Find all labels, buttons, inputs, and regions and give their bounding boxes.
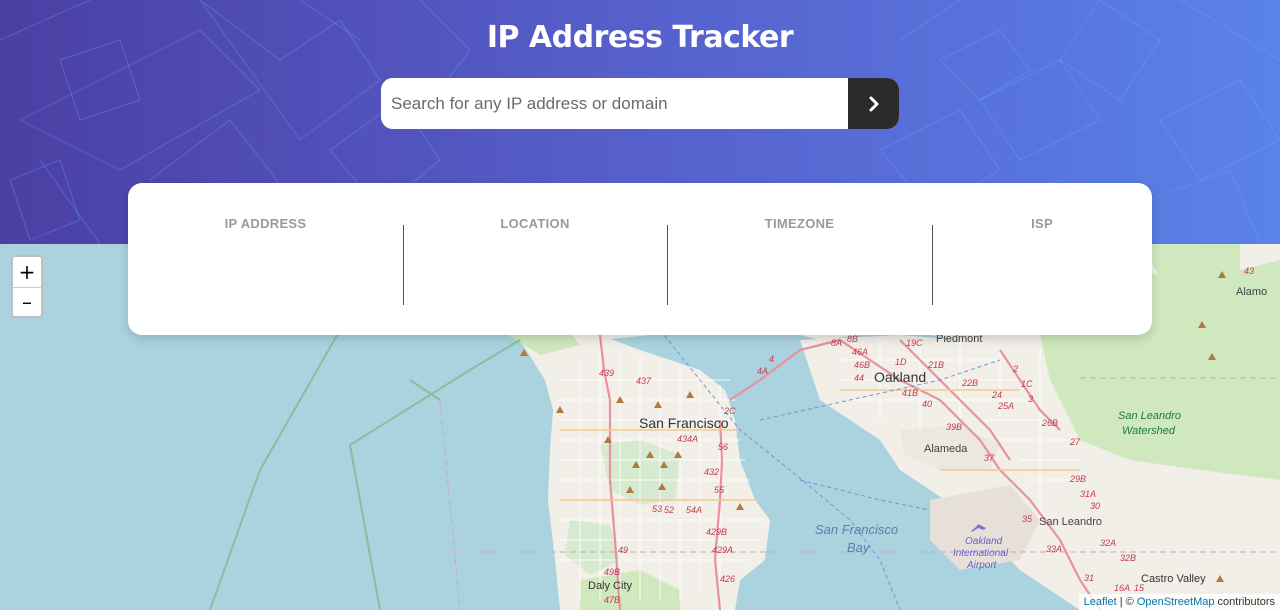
route-label: 4 [769, 354, 775, 364]
route-label: 32A [1100, 538, 1117, 548]
route-label: 3 [1028, 394, 1034, 404]
route-label: 429A [712, 545, 734, 555]
info-ip-address: IP ADDRESS [128, 183, 403, 335]
info-value-isp [932, 239, 1152, 263]
route-label: 21B [928, 360, 945, 370]
route-label: 31 [1084, 573, 1095, 583]
info-label-location: LOCATION [500, 216, 570, 231]
zoom-in-button[interactable]: + [13, 257, 41, 287]
route-label: 49 [618, 545, 629, 555]
zoom-out-button[interactable]: – [13, 286, 41, 316]
route-label: 24 [992, 390, 1003, 400]
attribution-suffix: contributors [1214, 596, 1275, 608]
route-label: 53 [652, 504, 663, 514]
route-label: 8B [847, 334, 859, 344]
route-label: 56 [718, 442, 729, 452]
route-label: 49B [604, 567, 621, 577]
route-label: 54A [686, 505, 703, 515]
route-label: 16A [1114, 583, 1131, 593]
route-label: 31A [1080, 489, 1097, 499]
route-label: 52 [664, 505, 675, 515]
info-value-location [403, 239, 667, 263]
route-label: 30 [1090, 501, 1101, 511]
route-label: 2C [724, 406, 736, 416]
info-card: IP ADDRESS LOCATION TIMEZONE ISP [128, 183, 1152, 335]
route-label: 426 [720, 574, 736, 584]
search-bar [381, 78, 899, 129]
info-label-timezone: TIMEZONE [764, 216, 835, 231]
info-label-isp: ISP [1031, 216, 1053, 231]
route-label: 40 [922, 399, 933, 409]
search-submit-button[interactable] [848, 78, 899, 129]
zoom-control: + – [11, 255, 43, 318]
info-value-timezone [667, 239, 932, 263]
route-label: 434A [677, 434, 699, 444]
route-label: 37 [984, 453, 995, 463]
route-label: 429B [706, 527, 728, 537]
route-label: 8A [831, 338, 843, 348]
route-label: 29B [1070, 474, 1087, 484]
route-label: 1D [895, 357, 907, 367]
route-label: 32B [1120, 553, 1137, 563]
info-timezone: TIMEZONE [667, 183, 932, 335]
route-label: 35 [1022, 514, 1033, 524]
route-label: 46A [852, 347, 869, 357]
route-label: 55 [714, 485, 725, 495]
info-value-ip-address [128, 239, 403, 263]
route-label: 27 [1070, 437, 1081, 447]
route-label: 2 [1013, 364, 1019, 374]
route-label: 33A [1046, 544, 1063, 554]
route-label: 26B [1042, 418, 1059, 428]
route-label: 437 [636, 376, 652, 386]
leaflet-link[interactable]: Leaflet [1084, 596, 1117, 608]
route-label: 22B [962, 378, 979, 388]
attribution-separator: | © [1116, 596, 1137, 608]
chevron-right-icon [869, 96, 878, 111]
map-attribution: Leaflet | © OpenStreetMap contributors [1078, 594, 1280, 610]
route-label: 39B [946, 422, 963, 432]
route-label: 439 [599, 368, 615, 378]
search-input[interactable] [381, 78, 848, 129]
route-label: 41B [902, 388, 919, 398]
route-label: 43 [1244, 266, 1255, 276]
route-label: 47B [604, 595, 621, 605]
info-label-ip-address: IP ADDRESS [224, 216, 307, 231]
route-label: 4A [757, 366, 769, 376]
route-label: 1C [1021, 379, 1033, 389]
route-label: 15 [1134, 583, 1145, 593]
info-location: LOCATION [403, 183, 667, 335]
route-label: 432 [704, 467, 720, 477]
route-label: 44 [854, 373, 865, 383]
openstreetmap-link[interactable]: OpenStreetMap [1137, 596, 1215, 608]
route-label: 19C [906, 338, 923, 348]
route-label: 25A [998, 401, 1015, 411]
page-title: IP Address Tracker [486, 20, 794, 55]
route-label: 46B [854, 360, 871, 370]
info-isp: ISP [932, 183, 1152, 335]
